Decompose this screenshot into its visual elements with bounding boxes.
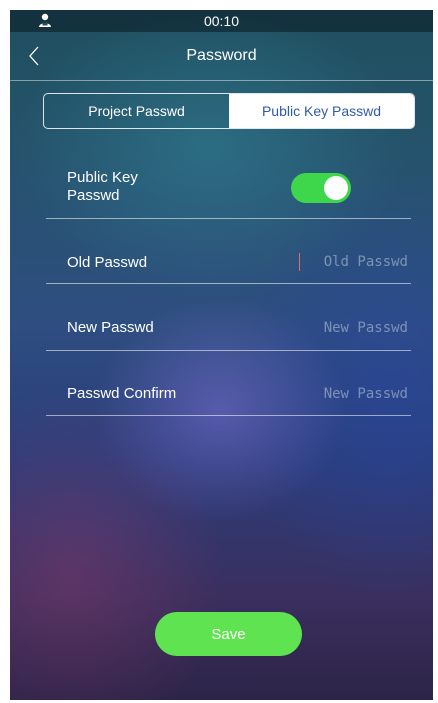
- tab-bar: Project Passwd Public Key Passwd: [43, 93, 415, 129]
- passwd-confirm-input[interactable]: [278, 383, 408, 405]
- old-passwd-row: Old Passwd: [46, 218, 411, 284]
- tab-project-passwd[interactable]: Project Passwd: [44, 94, 229, 128]
- passwd-confirm-row: Passwd Confirm: [46, 350, 411, 416]
- new-passwd-row: New Passwd: [46, 283, 411, 351]
- public-key-passwd-row: Public Key Passwd: [46, 156, 411, 219]
- public-key-passwd-label: Public Key Passwd: [67, 169, 138, 205]
- status-bar: 00:10: [10, 10, 433, 32]
- new-passwd-input[interactable]: [278, 317, 408, 339]
- save-button[interactable]: Save: [155, 612, 302, 656]
- public-key-passwd-toggle[interactable]: [291, 173, 351, 203]
- old-passwd-input[interactable]: [278, 251, 408, 273]
- tab-public-key-passwd[interactable]: Public Key Passwd: [229, 94, 414, 128]
- public-key-passwd-label-line2: Passwd: [67, 187, 120, 204]
- status-time: 00:10: [203, 13, 240, 29]
- device-screen: 00:10 Password Project Passwd Public Key…: [10, 10, 433, 700]
- toggle-knob: [324, 176, 348, 200]
- old-passwd-label: Old Passwd: [67, 254, 148, 271]
- nav-bar: Password: [10, 32, 433, 80]
- public-key-passwd-label-line1: Public Key: [67, 169, 138, 186]
- passwd-confirm-label: Passwd Confirm: [67, 385, 177, 402]
- new-passwd-label: New Passwd: [67, 319, 154, 336]
- page-title: Password: [186, 47, 257, 64]
- nav-divider: [10, 80, 433, 81]
